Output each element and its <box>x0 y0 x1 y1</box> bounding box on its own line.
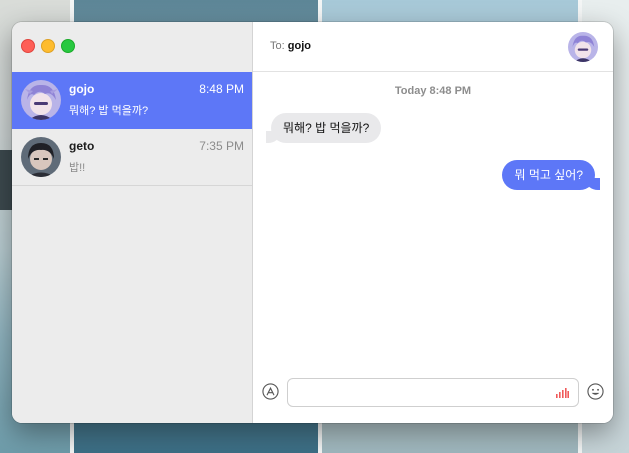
app-store-icon[interactable] <box>262 383 279 400</box>
message-input[interactable] <box>288 379 548 406</box>
message-text: 뭐 먹고 싶어? <box>514 168 583 182</box>
message-composer <box>253 369 613 423</box>
audio-waveform-icon[interactable] <box>556 387 569 398</box>
conversation-name: geto <box>69 139 95 153</box>
conversation-preview: 뭐해? 밥 먹을까? <box>69 105 149 117</box>
avatar-dark-hair-icon <box>21 137 61 177</box>
avatar-purple-hair-icon <box>21 80 61 120</box>
conversation-time: 8:48 PM <box>199 82 244 96</box>
messages-window: gojo 8:48 PM 뭐해? 밥 먹을까? geto 7:35 PM 밥!! <box>12 22 613 423</box>
recipient-name: gojo <box>287 40 311 52</box>
date-separator: Today 8:48 PM <box>394 85 472 97</box>
avatar-purple-hair-icon <box>568 32 598 62</box>
message-bubble-outgoing[interactable]: 뭐 먹고 싶어? <box>502 160 600 190</box>
chat-header: To: gojo <box>253 22 613 72</box>
emoji-icon[interactable] <box>587 383 604 400</box>
conversation-time: 7:35 PM <box>199 139 244 153</box>
close-window-button[interactable] <box>21 39 35 53</box>
avatar <box>21 80 61 120</box>
conversation-sidebar: gojo 8:48 PM 뭐해? 밥 먹을까? geto 7:35 PM 밥!! <box>12 22 253 423</box>
avatar <box>21 137 61 177</box>
window-titlebar <box>12 22 252 72</box>
conversation-item-gojo[interactable]: gojo 8:48 PM 뭐해? 밥 먹을까? <box>12 72 252 129</box>
conversation-name: gojo <box>69 82 95 96</box>
conversation-item-geto[interactable]: geto 7:35 PM 밥!! <box>12 129 252 186</box>
minimize-window-button[interactable] <box>41 39 55 53</box>
message-bubble-incoming[interactable]: 뭐해? 밥 먹을까? <box>265 113 382 143</box>
recipient-avatar[interactable] <box>568 32 598 62</box>
recipient-field[interactable]: To: gojo <box>270 40 311 52</box>
to-label: To: <box>270 40 285 52</box>
maximize-window-button[interactable] <box>61 39 75 53</box>
conversation-preview: 밥!! <box>69 162 86 174</box>
message-text: 뭐해? 밥 먹을까? <box>283 121 370 135</box>
message-input-box[interactable] <box>287 378 579 407</box>
chat-pane: To: gojo Today 8:48 PM 뭐해? 밥 먹을까? 뭐 먹고 싶… <box>253 22 613 423</box>
